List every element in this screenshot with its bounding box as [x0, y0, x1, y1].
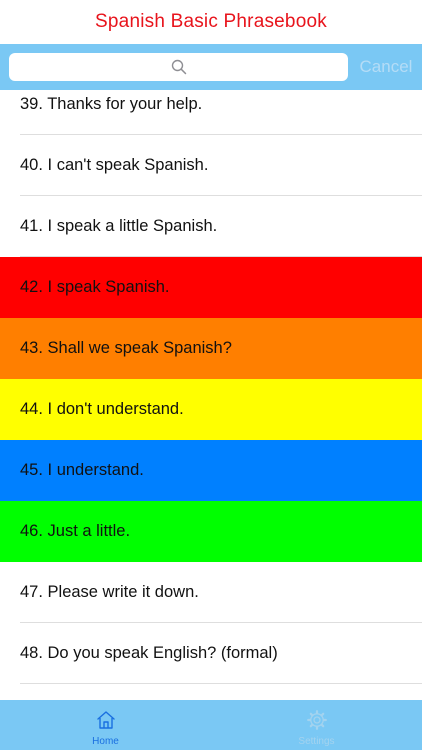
phrase-row[interactable]: 39. Thanks for your help. [0, 90, 422, 135]
phrase-row[interactable]: 43. Shall we speak Spanish? [0, 318, 422, 379]
phrase-text: 45. I understand. [20, 461, 144, 479]
phrase-text: 44. I don't understand. [20, 400, 184, 418]
tab-home-label: Home [92, 736, 119, 747]
search-field[interactable] [9, 53, 348, 81]
tab-bar: Home Settings [0, 700, 422, 750]
phrase-text: 43. Shall we speak Spanish? [20, 339, 232, 357]
home-icon [96, 711, 115, 729]
navigation-bar: Spanish Basic Phrasebook [0, 0, 422, 44]
phrase-text: 46. Just a little. [20, 522, 131, 540]
phrase-text: 40. I can't speak Spanish. [20, 156, 209, 174]
phrase-row[interactable]: 47. Please write it down. [0, 562, 422, 623]
cancel-button[interactable]: Cancel [357, 55, 415, 79]
phrase-row[interactable]: 40. I can't speak Spanish. [0, 135, 422, 196]
row-separator [20, 683, 422, 684]
tab-home[interactable]: Home [0, 700, 211, 750]
phrase-row[interactable]: 48. Do you speak English? (formal) [0, 623, 422, 684]
page-title: Spanish Basic Phrasebook [95, 11, 327, 32]
phrase-row[interactable]: 44. I don't understand. [0, 379, 422, 440]
search-input[interactable] [9, 53, 348, 81]
phrase-row[interactable]: 45. I understand. [0, 440, 422, 501]
tab-settings[interactable]: Settings [211, 700, 422, 750]
phrase-row[interactable]: 46. Just a little. [0, 501, 422, 562]
phrase-text: 48. Do you speak English? (formal) [20, 644, 278, 662]
gear-icon [306, 710, 327, 730]
phrase-list[interactable]: 39. Thanks for your help. 40. I can't sp… [0, 90, 422, 700]
phrase-row[interactable]: 41. I speak a little Spanish. [0, 196, 422, 257]
tab-settings-label: Settings [298, 736, 335, 747]
phrase-text: 39. Thanks for your help. [20, 95, 203, 113]
phrase-text: 47. Please write it down. [20, 583, 199, 601]
search-bar: Cancel [0, 44, 422, 90]
phrase-text: 42. I speak Spanish. [20, 278, 170, 296]
phrase-row[interactable]: 42. I speak Spanish. [0, 257, 422, 318]
phrase-text: 41. I speak a little Spanish. [20, 217, 218, 235]
